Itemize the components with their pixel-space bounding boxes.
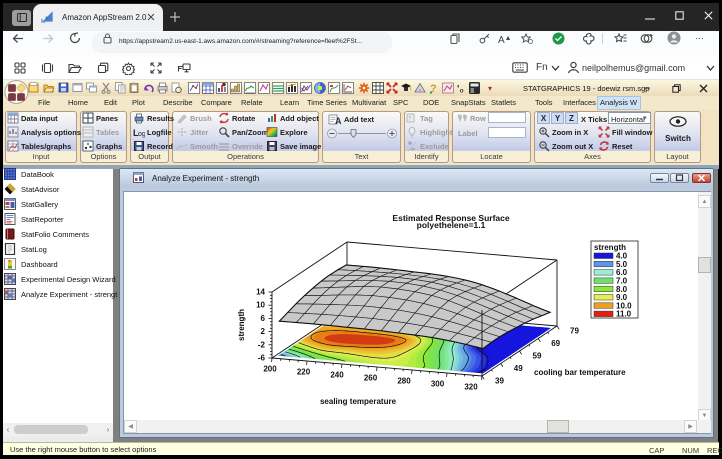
svg-text:59: 59 <box>533 352 542 361</box>
svg-text:260: 260 <box>364 374 378 383</box>
svg-text:10: 10 <box>256 301 265 310</box>
svg-text:-6: -6 <box>258 354 266 363</box>
svg-text:240: 240 <box>330 371 344 380</box>
svg-text:sealing temperature: sealing temperature <box>320 397 397 406</box>
svg-text:200: 200 <box>263 365 277 374</box>
svg-text:79: 79 <box>570 327 579 336</box>
svg-text:69: 69 <box>551 339 560 348</box>
svg-text:11.0: 11.0 <box>616 310 632 319</box>
svg-text:2: 2 <box>261 327 266 336</box>
svg-text:320: 320 <box>464 383 478 392</box>
svg-text:cooling bar temperature: cooling bar temperature <box>534 368 626 377</box>
svg-text:14: 14 <box>256 288 265 297</box>
svg-text:A: A <box>335 116 342 126</box>
svg-text:49: 49 <box>514 364 523 373</box>
svg-text:polyethelene=1.1: polyethelene=1.1 <box>417 220 486 230</box>
svg-text:300: 300 <box>431 380 445 389</box>
svg-text:ʹ₀: ʹ₀ <box>457 84 464 95</box>
svg-text:strength: strength <box>237 309 246 341</box>
svg-text:6: 6 <box>261 314 266 323</box>
svg-text:39: 39 <box>495 377 504 386</box>
svg-text:220: 220 <box>297 368 311 377</box>
svg-text:og: og <box>138 131 145 138</box>
svg-text:-2: -2 <box>258 340 266 349</box>
svg-text:280: 280 <box>397 377 411 386</box>
